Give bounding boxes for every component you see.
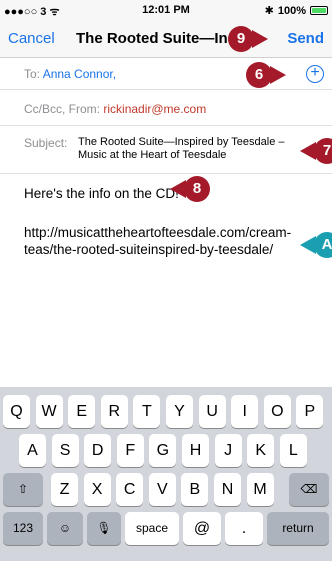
keyboard: QWERTYUIOP ASDFGHJKL ZXCVBNM 123 ☺ 🎙 spa… [0,387,332,561]
cancel-button[interactable]: Cancel [8,30,55,47]
callout-a-badge: A [314,232,332,258]
message-body-url[interactable]: http://musicattheheartofteesdale.com/cre… [24,224,314,258]
key-b[interactable]: B [181,473,209,506]
key-z[interactable]: Z [51,473,78,506]
status-bar: ●●●○○ 3 ᯤ 12:01 PM ✱ 100% [0,0,332,20]
key-w[interactable]: W [35,395,63,428]
key-f[interactable]: F [116,434,144,467]
key-q[interactable]: Q [3,395,30,428]
key-l[interactable]: L [279,434,307,467]
subject-label: Subject: [24,136,68,150]
recipient-token[interactable]: Anna Connor, [43,67,116,81]
space-key[interactable]: space [125,512,179,545]
callout-9-arrow [252,30,268,48]
key-e[interactable]: E [68,395,96,428]
key-h[interactable]: H [182,434,209,467]
key-o[interactable]: O [263,395,291,428]
key-y[interactable]: Y [166,395,193,428]
add-contact-icon[interactable]: + [306,65,324,83]
cc-label: Cc/Bcc, From: [24,102,101,116]
battery-fill [312,8,326,13]
dot-key[interactable]: . [225,512,263,545]
compose-nav-bar: Cancel The Rooted Suite—Insp Send [0,20,332,58]
from-email[interactable]: rickinadir@me.com [103,102,206,116]
key-i[interactable]: I [231,395,259,428]
key-t[interactable]: T [133,395,161,428]
callout-6-arrow [270,66,286,84]
callout-6-badge: 6 [246,62,272,88]
battery-percent: 100% [277,4,306,17]
key-u[interactable]: U [198,395,226,428]
key-x[interactable]: X [83,473,111,506]
key-j[interactable]: J [214,434,242,467]
subject-input[interactable]: The Rooted Suite—Inspired by Teesdale – … [78,136,306,162]
key-g[interactable]: G [149,434,177,467]
return-key[interactable]: return [267,512,329,545]
delete-key-icon[interactable]: ⌫ [289,473,329,506]
send-button[interactable]: Send [287,30,324,47]
key-s[interactable]: S [51,434,79,467]
key-n[interactable]: N [214,473,241,506]
key-r[interactable]: R [100,395,128,428]
at-key[interactable]: @ [183,512,221,545]
key-m[interactable]: M [246,473,274,506]
key-c[interactable]: C [116,473,144,506]
emoji-key-icon[interactable]: ☺ [47,512,83,545]
callout-8-badge: 8 [184,176,210,202]
shift-key-icon[interactable]: ⇧ [3,473,43,506]
to-label: To: [24,67,41,81]
status-right: ✱ 100% [265,4,328,17]
cc-bcc-from-field[interactable]: Cc/Bcc, From: rickinadir@me.com [0,90,332,126]
callout-9-badge: 9 [228,26,254,52]
microphone-key-icon[interactable]: 🎙 [87,512,121,545]
key-k[interactable]: K [247,434,275,467]
bluetooth-icon: ✱ [264,5,274,17]
numbers-key[interactable]: 123 [3,512,43,545]
subject-field[interactable]: Subject: The Rooted Suite—Inspired by Te… [0,126,332,174]
message-body-line[interactable]: Here's the info on the CD! [24,186,179,201]
key-p[interactable]: P [296,395,324,428]
compose-title: The Rooted Suite—Insp [76,30,236,47]
key-d[interactable]: D [84,434,112,467]
battery-icon [310,6,328,15]
key-a[interactable]: A [19,434,46,467]
key-v[interactable]: V [148,473,176,506]
